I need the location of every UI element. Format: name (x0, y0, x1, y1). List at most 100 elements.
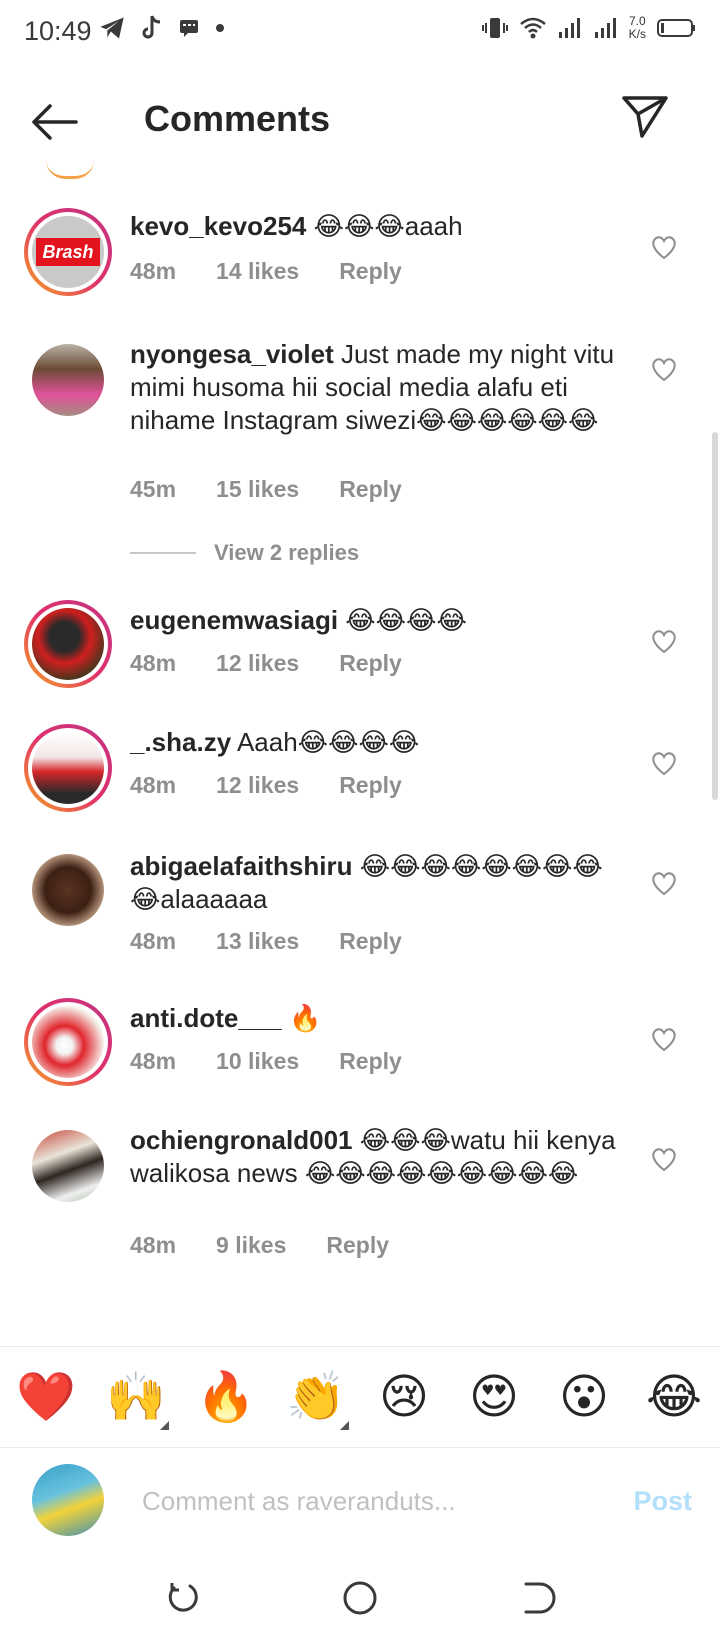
comment-text: eugenemwasiagi 😂😂😂😂 (130, 604, 630, 637)
comment-content: 🔥 (281, 1003, 322, 1033)
comment-input[interactable] (140, 1474, 604, 1528)
my-avatar (32, 1464, 104, 1536)
tiktok-icon (142, 15, 161, 39)
status-right-icons: 7.0 K/s (481, 14, 696, 42)
avatar[interactable] (24, 846, 112, 934)
heart-icon[interactable] (650, 628, 678, 654)
comment-meta: 48m 14 likes Reply (130, 258, 442, 285)
back-nav-icon[interactable] (516, 1578, 556, 1618)
heart-icon[interactable] (650, 750, 678, 776)
comment-text: _.sha.zy Aaah😂😂😂😂 (130, 726, 630, 759)
reply-button[interactable]: Reply (339, 476, 402, 503)
reply-button[interactable]: Reply (339, 650, 402, 677)
comment-username[interactable]: kevo_kevo254 (130, 211, 306, 241)
comment-likes[interactable]: 12 likes (216, 650, 299, 677)
comment-likes[interactable]: 14 likes (216, 258, 299, 285)
reply-button[interactable]: Reply (326, 1232, 389, 1259)
heart-icon[interactable] (650, 870, 678, 896)
comment-username[interactable]: ochiengronald001 (130, 1125, 353, 1155)
comments-list[interactable]: Brash kevo_kevo254 😂😂😂aaah 48m 14 likes … (0, 176, 720, 1346)
home-icon[interactable] (340, 1578, 380, 1618)
comment-content: 😂😂😂😂 (338, 605, 467, 635)
comment-likes[interactable]: 12 likes (216, 772, 299, 799)
back-button[interactable] (28, 98, 80, 146)
comment-time: 48m (130, 772, 177, 798)
reply-button[interactable]: Reply (339, 258, 402, 285)
comment-likes[interactable]: 13 likes (216, 928, 299, 955)
comment-username[interactable]: nyongesa_violet (130, 339, 334, 369)
status-time: 10:49 (24, 16, 92, 46)
reply-button[interactable]: Reply (339, 928, 402, 955)
avatar[interactable] (24, 600, 112, 688)
network-speed-unit: K/s (628, 27, 646, 41)
heart-icon[interactable] (650, 1146, 678, 1172)
avatar[interactable]: Brash (24, 208, 112, 296)
emoji-laughing[interactable]: 😂 (646, 1369, 702, 1425)
avatar[interactable] (24, 1122, 112, 1210)
message-icon (180, 20, 198, 37)
signal-icon (558, 18, 580, 38)
comment-meta: 48m 10 likes Reply (130, 1048, 442, 1075)
heart-icon[interactable] (650, 234, 678, 260)
comment-likes[interactable]: 10 likes (216, 1048, 299, 1075)
comment-time: 48m (130, 928, 177, 954)
rotate-icon[interactable] (164, 1578, 204, 1618)
comment-text: ochiengronald001 😂😂😂watu hii kenya walik… (130, 1124, 630, 1190)
view-replies-label: View 2 replies (214, 540, 360, 565)
comment-text: abigaelafaithshiru 😂😂😂😂😂😂😂😂😂alaaaaaa (130, 850, 630, 916)
comment-meta: 48m 9 likes Reply (130, 1232, 429, 1259)
signal-icon (594, 18, 616, 38)
emoji-variant-indicator (340, 1421, 349, 1430)
heart-icon[interactable] (650, 356, 678, 382)
page-title: Comments (144, 98, 331, 139)
comment-likes[interactable]: 9 likes (216, 1232, 286, 1259)
avatar[interactable] (24, 998, 112, 1086)
comment-username[interactable]: abigaelafaithshiru (130, 851, 353, 881)
share-button[interactable] (620, 92, 670, 142)
comment-likes[interactable]: 15 likes (216, 476, 299, 503)
comment-time: 45m (130, 476, 177, 502)
view-replies-line (130, 552, 196, 554)
battery-icon (657, 19, 695, 37)
comment-content: Aaah😂😂😂😂 (231, 727, 420, 757)
emoji-fire[interactable]: 🔥 (196, 1369, 256, 1425)
status-left-icons (98, 14, 226, 42)
vibrate-icon (481, 18, 508, 38)
emoji-surprised[interactable]: 😮 (556, 1369, 612, 1425)
system-nav-bar (0, 1554, 720, 1640)
emoji-clapping[interactable]: 👏 (286, 1369, 346, 1425)
arrow-left-icon (32, 104, 78, 140)
view-replies-button[interactable]: View 2 replies (130, 540, 359, 566)
comment-meta: 48m 13 likes Reply (130, 928, 442, 955)
scrollbar[interactable] (712, 432, 718, 800)
emoji-heart[interactable]: ❤️ (16, 1369, 76, 1425)
comment-username[interactable]: _.sha.zy (130, 727, 231, 757)
avatar-brash-badge: Brash (36, 238, 100, 266)
avatar[interactable] (24, 336, 112, 424)
post-button[interactable]: Post (633, 1486, 692, 1517)
reply-button[interactable]: Reply (339, 1048, 402, 1075)
emoji-quick-bar: ❤️ 🙌 🔥 👏 😢 😍 😮 😂 (0, 1346, 720, 1448)
emoji-heart-eyes[interactable]: 😍 (466, 1369, 522, 1425)
comment-time: 48m (130, 1048, 177, 1074)
reply-button[interactable]: Reply (339, 772, 402, 799)
comment-meta: 45m 15 likes Reply (130, 476, 442, 503)
comment-username[interactable]: anti.dote___ (130, 1003, 282, 1033)
comment-meta: 48m 12 likes Reply (130, 772, 442, 799)
emoji-raised-hands[interactable]: 🙌 (106, 1369, 166, 1425)
wifi-icon (519, 17, 546, 39)
comment-text: kevo_kevo254 😂😂😂aaah (130, 210, 630, 243)
comment-time: 48m (130, 650, 177, 676)
comment-time: 48m (130, 1232, 177, 1258)
comment-text: anti.dote___ 🔥 (130, 1002, 630, 1035)
emoji-variant-indicator (160, 1421, 169, 1430)
comment-username[interactable]: eugenemwasiagi (130, 605, 338, 635)
comment-meta: 48m 12 likes Reply (130, 650, 442, 677)
emoji-crying[interactable]: 😢 (376, 1369, 432, 1425)
heart-icon[interactable] (650, 1026, 678, 1052)
status-bar: 10:49 7.0 K/s (0, 0, 720, 66)
telegram-icon (100, 17, 124, 39)
network-speed: 7.0 K/s (629, 15, 646, 41)
avatar[interactable] (24, 724, 112, 812)
header: Comments (0, 66, 720, 176)
